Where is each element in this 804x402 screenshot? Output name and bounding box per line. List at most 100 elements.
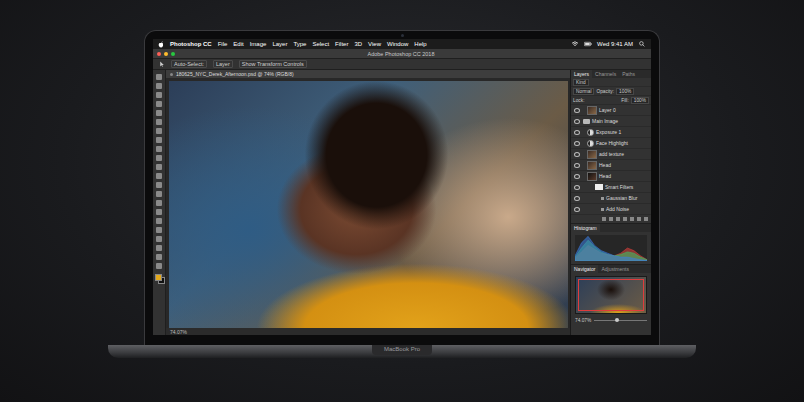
tool-icon[interactable] bbox=[156, 227, 162, 233]
option-item[interactable]: Layer bbox=[213, 60, 233, 68]
minimize-icon[interactable] bbox=[164, 52, 168, 56]
blend-mode[interactable]: Normal bbox=[573, 88, 594, 95]
option-item[interactable]: Auto-Select: bbox=[171, 60, 207, 68]
panel-tab[interactable]: Channels bbox=[592, 70, 619, 78]
menu-item[interactable]: Select bbox=[312, 41, 329, 47]
visibility-icon[interactable] bbox=[574, 185, 580, 190]
layer-row[interactable]: Smart Filters bbox=[571, 182, 651, 193]
tool-icon[interactable] bbox=[156, 119, 162, 125]
menu-item[interactable]: Layer bbox=[272, 41, 287, 47]
adjustment-icon bbox=[587, 140, 594, 147]
tool-icon[interactable] bbox=[156, 137, 162, 143]
photo[interactable] bbox=[169, 81, 568, 328]
layer-action-icon[interactable] bbox=[637, 217, 641, 221]
layer-action-icon[interactable] bbox=[616, 217, 620, 221]
visibility-icon[interactable] bbox=[574, 163, 580, 168]
panel-tab[interactable]: Layers bbox=[571, 70, 592, 78]
tool-icon[interactable] bbox=[156, 101, 162, 107]
panel-tab[interactable]: Paths bbox=[619, 70, 638, 78]
battery-icon[interactable] bbox=[584, 41, 592, 47]
search-icon[interactable] bbox=[638, 41, 646, 47]
color-swatches[interactable] bbox=[155, 274, 164, 283]
visibility-icon[interactable] bbox=[574, 141, 580, 146]
navigator-preview[interactable] bbox=[575, 276, 647, 314]
layer-row[interactable]: Face Highlight bbox=[571, 138, 651, 149]
tool-icon[interactable] bbox=[156, 155, 162, 161]
layer-action-icon[interactable] bbox=[623, 217, 627, 221]
wifi-icon[interactable] bbox=[571, 41, 579, 47]
tool-icon[interactable] bbox=[156, 236, 162, 242]
zoom-icon[interactable] bbox=[171, 52, 175, 56]
tool-icon[interactable] bbox=[156, 245, 162, 251]
opacity-field[interactable]: 100% bbox=[616, 88, 634, 95]
visibility-icon[interactable] bbox=[574, 174, 580, 179]
menu-item[interactable]: 3D bbox=[354, 41, 362, 47]
tool-icon[interactable] bbox=[156, 182, 162, 188]
foreground-color-icon[interactable] bbox=[155, 274, 162, 281]
layer-action-icon[interactable] bbox=[609, 217, 613, 221]
tool-icon[interactable] bbox=[156, 173, 162, 179]
fill-field[interactable]: 100% bbox=[631, 97, 649, 104]
zoom-level[interactable]: 74.07% bbox=[170, 329, 187, 335]
layer-row[interactable]: Head bbox=[571, 160, 651, 171]
document-tab[interactable]: 180625_NYC_Derek_Afternoon.psd @ 74% (RG… bbox=[166, 70, 570, 78]
visibility-icon[interactable] bbox=[574, 207, 580, 212]
menu-item[interactable]: Image bbox=[250, 41, 267, 47]
menu-item[interactable]: Edit bbox=[233, 41, 243, 47]
tool-icon[interactable] bbox=[156, 164, 162, 170]
visibility-icon[interactable] bbox=[574, 130, 580, 135]
fill-label: Fill: bbox=[621, 98, 628, 103]
tool-icon[interactable] bbox=[156, 74, 162, 80]
layer-row[interactable]: Gaussian Blur bbox=[571, 193, 651, 204]
menu-item[interactable]: File bbox=[218, 41, 228, 47]
navigator-zoom[interactable]: 74.07% bbox=[575, 318, 591, 323]
layer-action-icon[interactable] bbox=[630, 217, 634, 221]
panel-tab[interactable]: Navigator bbox=[571, 265, 598, 273]
tool-icon[interactable] bbox=[156, 200, 162, 206]
menu-item[interactable]: Filter bbox=[335, 41, 348, 47]
clock[interactable]: Wed 9:41 AM bbox=[597, 41, 633, 47]
layers-panel: LayersChannelsPathsKindNormalOpacity:100… bbox=[571, 70, 651, 223]
menu-item[interactable]: Help bbox=[414, 41, 426, 47]
tool-icon[interactable] bbox=[156, 263, 162, 269]
visibility-icon[interactable] bbox=[574, 152, 580, 157]
visibility-icon[interactable] bbox=[574, 119, 580, 124]
layer-row[interactable]: Exposure 1 bbox=[571, 127, 651, 138]
layer-filter[interactable]: Kind bbox=[573, 79, 589, 86]
layer-row[interactable]: add texture bbox=[571, 149, 651, 160]
tool-icon[interactable] bbox=[156, 191, 162, 197]
apple-icon[interactable] bbox=[158, 41, 164, 48]
tool-icon[interactable] bbox=[156, 146, 162, 152]
option-item[interactable]: Show Transform Controls bbox=[239, 60, 307, 68]
slider-knob[interactable] bbox=[615, 318, 619, 322]
menu-item[interactable]: Type bbox=[293, 41, 306, 47]
laptop-base: MacBook Pro bbox=[108, 345, 696, 358]
filter-icon bbox=[601, 208, 604, 211]
tool-icon[interactable] bbox=[156, 110, 162, 116]
view-box[interactable] bbox=[578, 279, 644, 311]
layer-row[interactable]: Head bbox=[571, 171, 651, 182]
close-tab-icon[interactable] bbox=[170, 73, 173, 76]
layer-row[interactable]: Main Image bbox=[571, 116, 651, 127]
status-menus: Wed 9:41 AM bbox=[571, 41, 646, 47]
visibility-icon[interactable] bbox=[574, 196, 580, 201]
layer-row[interactable]: Layer 0 bbox=[571, 105, 651, 116]
tool-icon[interactable] bbox=[156, 92, 162, 98]
panel-tab[interactable]: Adjustments bbox=[598, 265, 632, 273]
menu-item[interactable]: View bbox=[368, 41, 381, 47]
move-tool-icon[interactable] bbox=[159, 61, 165, 67]
tool-icon[interactable] bbox=[156, 83, 162, 89]
tool-icon[interactable] bbox=[156, 218, 162, 224]
layer-row[interactable]: Add Noise bbox=[571, 204, 651, 215]
layer-action-icon[interactable] bbox=[644, 217, 648, 221]
zoom-slider[interactable] bbox=[594, 320, 647, 321]
menu-item[interactable]: Window bbox=[387, 41, 408, 47]
close-icon[interactable] bbox=[157, 52, 161, 56]
tool-icon[interactable] bbox=[156, 128, 162, 134]
layer-action-icon[interactable] bbox=[602, 217, 606, 221]
tool-icon[interactable] bbox=[156, 254, 162, 260]
menu-app-name[interactable]: Photoshop CC bbox=[170, 41, 212, 47]
tool-icon[interactable] bbox=[156, 209, 162, 215]
layer-name: Head bbox=[599, 173, 611, 179]
visibility-icon[interactable] bbox=[574, 108, 580, 113]
